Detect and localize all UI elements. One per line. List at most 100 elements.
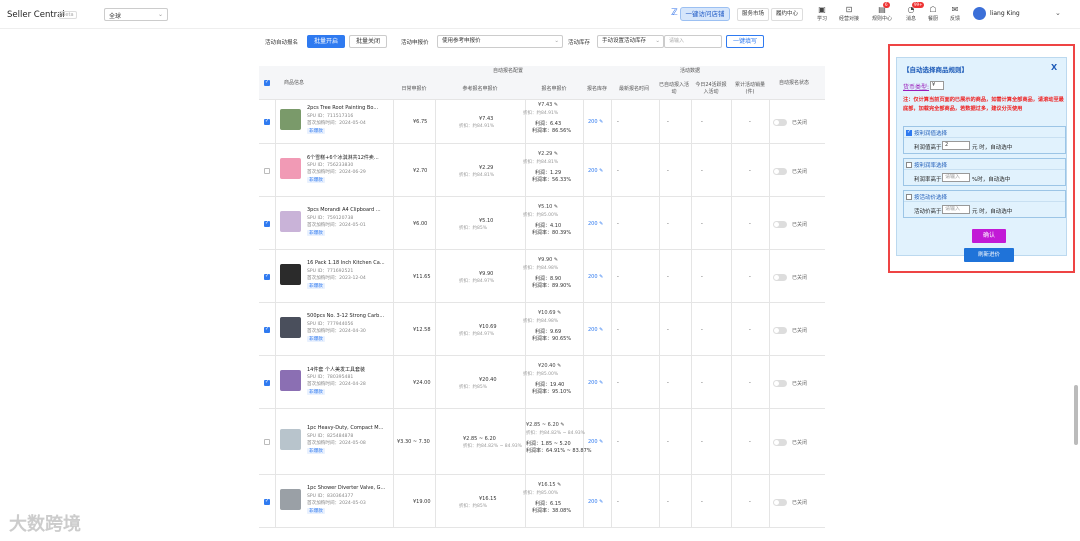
stock-select[interactable]: 手动设置活动库存 ⌄ xyxy=(597,35,664,48)
ref-discount: 折扣：约85% xyxy=(459,225,488,231)
performance-center-button[interactable]: 履约中心 xyxy=(771,8,804,21)
auto-signup-toggle[interactable] xyxy=(773,498,787,506)
profit-rate: 利润率：56.33% xyxy=(532,176,572,183)
batch-disable-button[interactable]: 批量关闭 xyxy=(349,35,387,48)
product-thumbnail[interactable] xyxy=(280,263,301,285)
signup-price[interactable]: ¥5.10 ✎ xyxy=(538,204,558,210)
product-thumbnail[interactable] xyxy=(280,369,301,391)
rule-profit-value-input[interactable]: 2 xyxy=(942,141,970,150)
batch-enable-button[interactable]: 批量开启 xyxy=(307,35,345,48)
product-name[interactable]: 6个雪糕+6个冰淇淋共12件卖... xyxy=(307,154,385,161)
column-divider xyxy=(731,250,732,303)
column-divider xyxy=(525,250,526,303)
product-thumbnail[interactable] xyxy=(280,210,301,232)
daily-price: ¥19.00 xyxy=(413,498,431,505)
auto-signup-toggle[interactable] xyxy=(773,379,787,387)
rule-profit-rate-checkbox[interactable] xyxy=(906,162,912,168)
select-all-checkbox[interactable] xyxy=(264,79,270,86)
product-thumbnail[interactable] xyxy=(280,157,301,179)
stock-value[interactable]: 200 ✎ xyxy=(588,221,603,227)
auto-signup-toggle[interactable] xyxy=(773,326,787,334)
signup-price[interactable]: ¥10.69 ✎ xyxy=(538,310,561,316)
stock-value[interactable]: 200 ✎ xyxy=(588,274,603,280)
onekey-visit-store-button[interactable]: 一键访问店铺 xyxy=(680,7,730,21)
signup-price[interactable]: ¥2.85 ~ 6.20 ✎ xyxy=(526,422,565,428)
row-checkbox[interactable] xyxy=(264,273,270,280)
product-thumbnail[interactable] xyxy=(280,109,301,130)
row-checkbox[interactable] xyxy=(264,220,270,227)
price-select[interactable]: 使用参考申报价 ⌄ xyxy=(437,35,563,48)
row-checkbox[interactable] xyxy=(264,167,270,174)
product-thumbnail[interactable] xyxy=(280,488,301,510)
stock-value[interactable]: 200 ✎ xyxy=(588,380,603,386)
region-select[interactable]: 全球 ⌄ xyxy=(104,8,168,21)
auto-signup-toggle[interactable] xyxy=(773,167,787,175)
rules-badge: 6 xyxy=(883,2,890,8)
column-divider xyxy=(393,197,394,250)
product-name[interactable]: 2pcs Tree Root Painting Bo... xyxy=(307,105,385,111)
product-name[interactable]: 1pc Shower Diverter Valve, G... xyxy=(307,485,385,491)
row-checkbox[interactable] xyxy=(264,379,270,386)
th-stock: 报名库存 xyxy=(586,86,607,92)
chevron-down-icon[interactable]: ⌄ xyxy=(1055,9,1061,17)
fill-all-button[interactable]: 一键填写 xyxy=(726,35,764,48)
messages-nav[interactable]: ◔ 99+ 消息 xyxy=(899,2,925,22)
rule-profit-value-suffix: 元 时，自动选中 xyxy=(972,145,1013,151)
rule-activity-price-input[interactable]: 请输入 xyxy=(942,205,970,214)
auto-signup-status: 已关闭 xyxy=(792,274,808,281)
product-name[interactable]: 14件套 个人美发工具套装 xyxy=(307,366,385,373)
latest-time: - xyxy=(617,439,619,445)
confirm-button[interactable]: 确认 xyxy=(972,229,1006,243)
auto-signup-toggle[interactable] xyxy=(773,439,787,446)
close-icon[interactable]: X xyxy=(1051,63,1057,72)
auto-signup-toggle[interactable] xyxy=(773,220,787,228)
auto-signup-toggle[interactable] xyxy=(773,119,787,126)
stock-input[interactable]: 请输入 xyxy=(664,35,722,48)
product-name[interactable]: 1pc Heavy-Duty, Compact M... xyxy=(307,425,385,431)
feedback-nav[interactable]: ✉ 反馈 xyxy=(943,5,967,22)
latest-time: - xyxy=(617,379,619,386)
auto-signup-status: 已关闭 xyxy=(792,168,808,175)
signup-price[interactable]: ¥9.90 ✎ xyxy=(538,257,558,263)
signup-price[interactable]: ¥7.43 ✎ xyxy=(538,102,558,108)
username[interactable]: liang King xyxy=(990,10,1020,17)
refresh-cost-button[interactable]: 刷新进价 xyxy=(964,248,1014,262)
business-connect-nav[interactable]: ⊡ 经营对接 xyxy=(837,5,861,22)
product-name[interactable]: 16 Pack 1.18 Inch Kitchen Ca... xyxy=(307,260,385,266)
row-checkbox[interactable] xyxy=(264,326,270,333)
profit-rate: 利润率：86.56% xyxy=(532,128,572,134)
product-thumbnail[interactable] xyxy=(280,429,301,450)
product-name[interactable]: 500pcs No. 3-12 Strong Carb... xyxy=(307,313,385,319)
stock-value[interactable]: 200 ✎ xyxy=(588,439,603,445)
currency-select[interactable]: ¥ xyxy=(930,81,944,90)
signup-price[interactable]: ¥16.15 ✎ xyxy=(538,482,561,488)
row-checkbox[interactable] xyxy=(264,439,270,445)
service-market-button[interactable]: 服务市场 xyxy=(737,8,770,21)
total-sales: - xyxy=(749,498,751,505)
signup-price[interactable]: ¥2.29 ✎ xyxy=(538,151,558,157)
auto-signup-toggle[interactable] xyxy=(773,273,787,281)
row-checkbox[interactable] xyxy=(264,118,270,125)
th-signup: 报名申报价 xyxy=(541,86,567,92)
row-checkbox[interactable] xyxy=(264,498,270,505)
stock-value[interactable]: 200 ✎ xyxy=(588,119,603,125)
product-thumbnail[interactable] xyxy=(280,316,301,338)
rules-center-nav[interactable]: ▤ 6 规则中心 xyxy=(870,2,894,22)
column-divider xyxy=(731,356,732,409)
stock-value[interactable]: 200 ✎ xyxy=(588,327,603,333)
product-name[interactable]: 3pcs Morandi A4 Clipboard ... xyxy=(307,207,385,213)
page-scrollbar[interactable] xyxy=(1074,385,1078,445)
learn-nav[interactable]: ▣ 学习 xyxy=(810,5,834,22)
chef-nav[interactable]: ☖ 餐厨 xyxy=(921,5,945,22)
auto-select-rules-panel: 【自动选择商品规则】 X 货币类型: ¥ 注：仅计算当前页面的已展示的商品，如需… xyxy=(888,44,1075,273)
column-divider xyxy=(583,100,584,144)
rule-activity-price-checkbox[interactable] xyxy=(906,194,912,200)
rule-profit-rate-input[interactable]: 请输入 xyxy=(942,173,970,182)
avatar[interactable] xyxy=(973,7,986,20)
rule-profit-value-checkbox[interactable] xyxy=(906,129,912,136)
signup-price[interactable]: ¥20.40 ✎ xyxy=(538,363,561,369)
stock-value[interactable]: 200 ✎ xyxy=(588,168,603,174)
column-divider xyxy=(611,250,612,303)
today-activity: - xyxy=(701,119,703,125)
stock-value[interactable]: 200 ✎ xyxy=(588,499,603,505)
